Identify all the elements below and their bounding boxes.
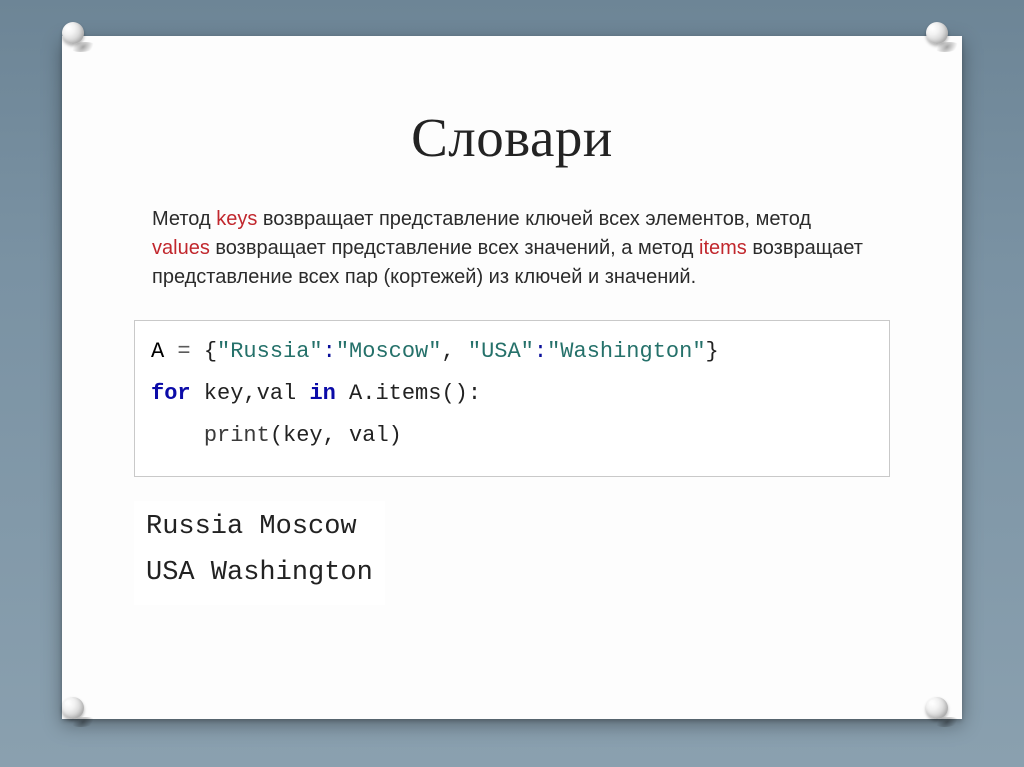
code-args: (key, val) [270, 423, 402, 448]
pin-bottom-right [926, 697, 962, 733]
code-block: A = {"Russia":"Moscow", "USA":"Washingto… [134, 320, 890, 477]
code-brace: } [706, 339, 719, 364]
keyword-keys: keys [216, 208, 257, 230]
slide-title: Словари [134, 106, 890, 169]
desc-text: возвращает представление ключей всех эле… [257, 208, 811, 230]
slide: Словари Метод keys возвращает представле… [62, 36, 962, 719]
code-op: = [164, 339, 204, 364]
pin-bottom-left [62, 697, 98, 733]
keyword-values: values [152, 237, 210, 259]
code-string: "Washington" [547, 339, 705, 364]
code-comma: , [441, 339, 467, 364]
slide-description: Метод keys возвращает представление ключ… [152, 205, 872, 292]
code-string: "USA" [468, 339, 534, 364]
code-call: A.items(): [336, 381, 481, 406]
code-string: "Russia" [217, 339, 323, 364]
desc-text: возвращает представление всех значений, … [210, 237, 699, 259]
code-colon: : [323, 339, 336, 364]
pin-top-left [62, 22, 98, 58]
code-keyword: for [151, 381, 191, 406]
pin-top-right [926, 22, 962, 58]
desc-text: Метод [152, 208, 216, 230]
code-colon: : [534, 339, 547, 364]
output-block: Russia Moscow USA Washington [134, 501, 385, 605]
keyword-items: items [699, 237, 747, 259]
code-vars: key,val [191, 381, 310, 406]
output-line: USA Washington [146, 558, 373, 588]
code-fn: print [204, 423, 270, 448]
code-string: "Moscow" [336, 339, 442, 364]
output-line: Russia Moscow [146, 512, 357, 542]
code-keyword: in [309, 381, 335, 406]
code-indent [151, 423, 204, 448]
code-brace: { [204, 339, 217, 364]
code-var: A [151, 339, 164, 364]
